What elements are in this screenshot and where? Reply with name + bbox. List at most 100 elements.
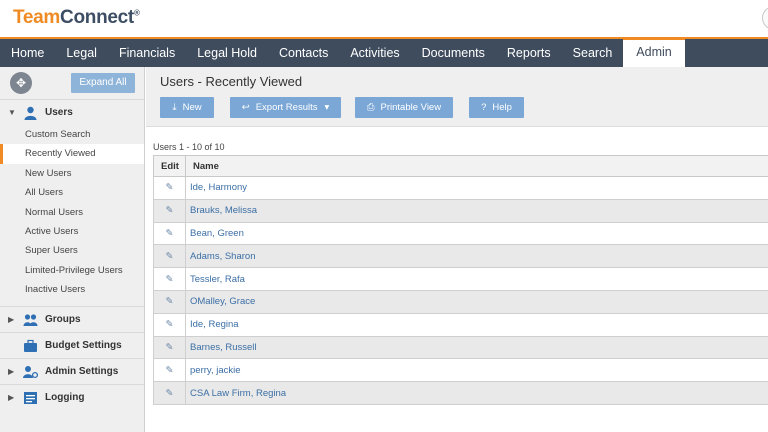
new-user-icon: ⤓ — [172, 102, 177, 113]
result-count: Users 1 - 10 of 10 — [153, 142, 225, 152]
nav-financials[interactable]: Financials — [108, 39, 186, 67]
nav-activities[interactable]: Activities — [339, 39, 410, 67]
sidebar-item-super-users[interactable]: Super Users — [0, 241, 144, 260]
users-table: Edit Name ✎ Ide, Harmony ✎ Brauks, Melis… — [153, 155, 768, 405]
nav-home[interactable]: Home — [0, 39, 55, 67]
users-subitems: Custom Search Recently Viewed New Users … — [0, 125, 144, 300]
sidebar-item-limited-privilege-users[interactable]: Limited-Privilege Users — [0, 261, 144, 280]
dropdown-arrow-icon: ▾ — [324, 102, 330, 113]
teamconnect-logo[interactable]: TeamConnect® — [13, 7, 140, 29]
table-row: ✎ Ide, Harmony — [153, 176, 768, 200]
printer-icon: ⎙ — [366, 102, 375, 113]
logo-team-text: Team — [13, 7, 61, 28]
pencil-icon[interactable]: ✎ — [153, 289, 186, 314]
user-name-link[interactable]: CSA Law Firm, Regina — [185, 381, 768, 405]
new-button-label: New — [182, 102, 202, 113]
table-row: ✎ Brauks, Melissa — [153, 198, 768, 223]
sidebar-item-active-users[interactable]: Active Users — [0, 222, 144, 241]
user-menu-button[interactable] — [762, 6, 768, 30]
sidebar-item-new-users[interactable]: New Users — [0, 164, 144, 183]
nav-reports[interactable]: Reports — [496, 39, 562, 67]
pencil-icon[interactable]: ✎ — [153, 267, 186, 291]
sidebar-section-logging[interactable]: ▶ Logging — [0, 383, 144, 410]
pencil-icon[interactable]: ✎ — [153, 244, 186, 269]
export-icon: ↩ — [241, 102, 250, 113]
sidebar: ✥ Expand All ▼ Users Custom Search Recen… — [0, 67, 145, 432]
user-icon — [24, 106, 37, 120]
table-row: ✎ Tessler, Rafa — [153, 267, 768, 291]
sidebar-section-label: Budget Settings — [45, 339, 122, 351]
table-row: ✎ Ide, Regina — [153, 312, 768, 337]
main-nav: Home Legal Financials Legal Hold Contact… — [0, 37, 768, 69]
sidebar-item-inactive-users[interactable]: Inactive Users — [0, 280, 144, 299]
nav-legal[interactable]: Legal — [55, 39, 108, 67]
user-name-link[interactable]: Brauks, Melissa — [185, 198, 768, 223]
nav-search[interactable]: Search — [562, 39, 624, 67]
pencil-icon[interactable]: ✎ — [153, 381, 186, 405]
user-name-link[interactable]: Tessler, Rafa — [185, 267, 768, 291]
export-button-label: Export Results — [255, 102, 318, 113]
chevron-right-icon[interactable]: ▶ — [8, 367, 14, 376]
pencil-icon[interactable]: ✎ — [153, 335, 186, 360]
printable-view-button[interactable]: ⎙ Printable View — [355, 97, 453, 118]
column-header-name[interactable]: Name — [185, 155, 768, 177]
move-icon[interactable]: ✥ — [10, 72, 32, 94]
sidebar-item-custom-search[interactable]: Custom Search — [0, 125, 144, 144]
chevron-right-icon[interactable]: ▶ — [8, 315, 14, 324]
log-icon — [24, 391, 37, 404]
pencil-icon[interactable]: ✎ — [153, 312, 186, 337]
sidebar-section-label: Users — [45, 107, 73, 118]
pencil-icon[interactable]: ✎ — [153, 176, 186, 200]
groups-icon — [23, 313, 38, 326]
pencil-icon[interactable]: ✎ — [153, 198, 186, 223]
table-row: ✎ perry, jackie — [153, 358, 768, 383]
app-header: TeamConnect® — [0, 0, 768, 37]
sidebar-section-users[interactable]: ▼ Users — [0, 99, 144, 125]
nav-contacts[interactable]: Contacts — [268, 39, 339, 67]
user-name-link[interactable]: Ide, Regina — [185, 312, 768, 337]
print-button-label: Printable View — [380, 102, 442, 113]
new-button[interactable]: ⤓ New — [160, 97, 214, 118]
user-name-link[interactable]: OMalley, Grace — [185, 289, 768, 314]
pencil-icon[interactable]: ✎ — [153, 221, 186, 246]
sidebar-section-groups[interactable]: ▶ Groups — [0, 305, 144, 332]
table-row: ✎ OMalley, Grace — [153, 289, 768, 314]
expand-all-button[interactable]: Expand All — [71, 73, 135, 93]
main-header: Users - Recently Viewed ⤓ New ↩ Export Res… — [146, 67, 768, 127]
user-name-link[interactable]: Adams, Sharon — [185, 244, 768, 269]
user-name-link[interactable]: perry, jackie — [185, 358, 768, 383]
sidebar-item-normal-users[interactable]: Normal Users — [0, 203, 144, 222]
help-icon: ? — [481, 102, 487, 113]
help-button[interactable]: ? Help — [469, 97, 524, 118]
sidebar-section-budget-settings[interactable]: Budget Settings — [0, 331, 144, 358]
sidebar-toolbar: ✥ Expand All — [0, 67, 144, 99]
briefcase-icon — [24, 339, 37, 352]
user-gear-icon — [23, 365, 38, 378]
logo-connect-text: Connect — [60, 7, 134, 28]
nav-admin[interactable]: Admin — [623, 37, 685, 69]
table-row: ✎ Bean, Green — [153, 221, 768, 246]
table-row: ✎ Adams, Sharon — [153, 244, 768, 269]
pencil-icon[interactable]: ✎ — [153, 358, 186, 383]
chevron-right-icon[interactable]: ▶ — [8, 393, 14, 402]
sidebar-item-all-users[interactable]: All Users — [0, 183, 144, 202]
table-row: ✎ CSA Law Firm, Regina — [153, 381, 768, 405]
nav-documents[interactable]: Documents — [411, 39, 496, 67]
chevron-down-icon[interactable]: ▼ — [8, 108, 16, 117]
main-content: Users - Recently Viewed ⤓ New ↩ Export Res… — [146, 67, 768, 432]
user-name-link[interactable]: Bean, Green — [185, 221, 768, 246]
column-header-edit: Edit — [153, 155, 186, 177]
table-row: ✎ Barnes, Russell — [153, 335, 768, 360]
sidebar-section-admin-settings[interactable]: ▶ Admin Settings — [0, 357, 144, 384]
user-name-link[interactable]: Barnes, Russell — [185, 335, 768, 360]
sidebar-item-recently-viewed[interactable]: Recently Viewed — [0, 144, 144, 164]
sidebar-section-label: Admin Settings — [45, 365, 119, 377]
logo-registered-mark: ® — [133, 8, 140, 18]
page-title: Users - Recently Viewed — [160, 74, 303, 89]
user-name-link[interactable]: Ide, Harmony — [185, 176, 768, 200]
help-button-label: Help — [492, 102, 512, 113]
export-results-button[interactable]: ↩ Export Results ▾ — [230, 97, 341, 118]
sidebar-section-label: Groups — [45, 313, 81, 325]
table-header-row: Edit Name — [153, 155, 768, 177]
nav-legal-hold[interactable]: Legal Hold — [186, 39, 268, 67]
